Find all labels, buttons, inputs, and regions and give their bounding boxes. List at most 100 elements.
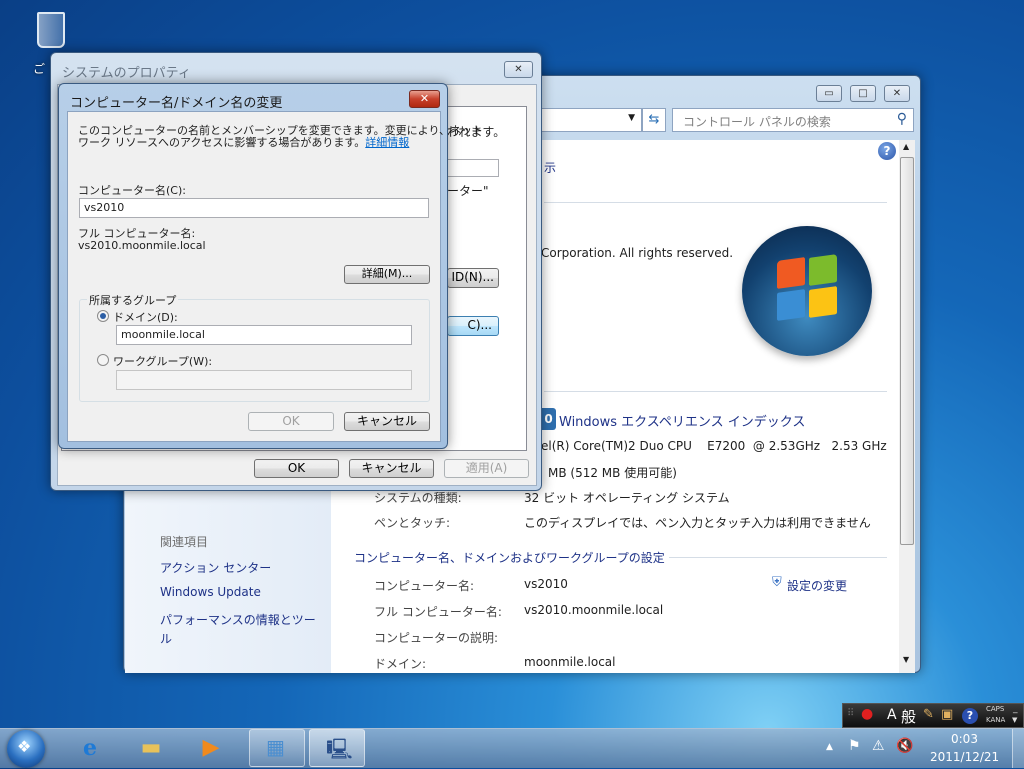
description-input[interactable] [447,159,499,177]
computer-name-label: コンピューター名(C): [78,184,186,197]
description-label: コンピューターの説明: [374,631,499,645]
description-text: ワーク リソースへのアクセスに影響する場合があります。 [78,136,366,149]
wei-badge: 0 [541,408,556,430]
taskbar-media-player[interactable]: ▶ [193,732,229,764]
rename-dialog: コンピューター名/ドメイン名の変更 ✕ このコンピューターの名前とメンバーシップ… [58,83,483,449]
computer-name-label: コンピューター名: [374,579,475,593]
ime-status-icon[interactable]: ● [861,706,873,722]
maximize-button[interactable]: □ [850,85,876,102]
sidebar-item-windows-update[interactable]: Windows Update [160,585,261,599]
tools-icon[interactable]: ▣ [941,707,953,722]
apply-button[interactable]: 適用(A) [444,459,529,478]
grip-handle[interactable]: ⠿ [847,708,854,719]
chevron-down-icon[interactable]: ▼ [628,113,635,123]
help-icon[interactable]: ? [962,708,978,724]
vertical-scrollbar[interactable]: ▲ ▼ [899,140,915,673]
close-button[interactable]: ✕ [504,61,533,78]
workgroup-label: ワークグループ(W): [113,355,213,368]
options-icon[interactable]: ▼ [1012,716,1017,724]
workgroup-input[interactable] [116,370,412,390]
dialog-body: このコンピューターの名前とメンバーシップを変更できます。変更により、ネット ワー… [67,111,483,442]
conversion-mode-button[interactable]: 般 [901,706,916,727]
change-button[interactable]: C)... [447,316,499,336]
domain-value: moonmile.local [524,655,616,669]
full-name-label: フル コンピューター名: [374,605,502,619]
scroll-down-icon[interactable]: ▼ [903,655,909,664]
language-bar: ⠿ ● A 般 ✎ ▣ ? CAPS KANA _ ▼ [842,703,1024,728]
divider [544,202,887,203]
start-button[interactable]: ❖ [7,730,45,768]
system-type-label: システムの種類: [374,491,462,505]
more-button[interactable]: 詳細(M)... [344,265,430,284]
taskbar-system-properties[interactable]: 🖳 [309,729,365,767]
clock-date[interactable]: 2011/12/21 [930,750,999,764]
close-icon: ✕ [419,92,430,105]
domain-radio[interactable] [97,310,109,322]
network-id-button[interactable]: ID(N)... [447,268,499,288]
refresh-button[interactable]: ⇆ [642,108,666,132]
control-panel-icon: ▦ [266,735,285,759]
close-button[interactable]: ✕ [409,90,440,108]
ok-button[interactable]: OK [254,459,339,478]
taskbar-internet-explorer[interactable]: e [72,732,108,764]
dialog-title: システムのプロパティ [62,66,191,81]
taskbar-control-panel[interactable]: ▦ [249,729,305,767]
kana-indicator: KANA [986,716,1006,724]
computer-name-value: vs2010 [524,577,568,591]
pen-touch-value: このディスプレイでは、ペン入力とタッチ入力は利用できません [524,516,871,530]
member-of-label: 所属するグループ [87,292,179,308]
volume-muted-icon[interactable]: 🔇 [896,738,913,754]
view-link-partial[interactable]: 示 [544,159,556,176]
input-mode-button[interactable]: A [887,707,897,723]
copyright-text: Corporation. All rights reserved. [541,246,734,260]
recycle-bin-label: ご [33,62,46,76]
recycle-bin-icon[interactable] [33,8,69,52]
close-button[interactable]: ✕ [884,85,910,102]
pen-touch-label: ペンとタッチ: [374,516,451,530]
domain-label: ドメイン: [374,657,427,671]
sidebar-heading: 関連項目 [160,535,209,549]
memory-value: MB (512 MB 使用可能) [548,466,677,480]
change-settings-link[interactable]: 設定の変更 [787,577,847,594]
dialog-title: コンピューター名/ドメイン名の変更 [70,96,283,111]
help-icon[interactable]: ? [878,142,896,160]
shield-icon: ⛨ [772,575,782,590]
clock-time[interactable]: 0:03 [951,732,978,746]
minimize-button[interactable]: ▭ [816,85,842,102]
domain-input[interactable]: moonmile.local [116,325,412,345]
ok-button[interactable]: OK [248,412,334,431]
scroll-up-icon[interactable]: ▲ [903,142,909,151]
more-info-link[interactable]: 詳細情報 [365,136,409,149]
system-type-value: 32 ビット オペレーティング システム [524,491,730,505]
cancel-button[interactable]: キャンセル [344,412,430,431]
sidebar-item-performance-cont[interactable]: ル [160,630,172,647]
network-warning-icon[interactable]: ⚠ [872,738,885,754]
windows-logo [742,226,872,356]
wei-link[interactable]: Windows エクスペリエンス インデックス [559,411,805,430]
partial-text: ーター" [447,184,489,198]
computer-name-input[interactable]: vs2010 [79,198,429,218]
search-icon: ⚲ [896,111,907,127]
cancel-button[interactable]: キャンセル [349,459,434,478]
ime-pad-icon[interactable]: ✎ [923,707,934,722]
scrollbar-thumb[interactable] [900,157,914,545]
sidebar-item-action-center[interactable]: アクション センター [160,559,271,576]
show-hidden-icons-button[interactable]: ▲ [826,742,833,752]
search-input[interactable]: コントロール パネルの検索 [683,113,831,130]
cpu-value: el(R) Core(TM)2 Duo CPU E7200 @ 2.53GHz … [541,439,887,453]
domain-label: ドメイン(D): [113,311,178,324]
show-desktop-button[interactable] [1012,729,1024,768]
caps-indicator: CAPS [986,705,1005,713]
full-name-value: vs2010.moonmile.local [524,603,664,617]
divider [544,391,887,392]
description-line2: ワーク リソースへのアクセスに影響する場合があります。詳細情報 [78,134,409,150]
search-box[interactable]: コントロール パネルの検索 ⚲ [672,108,914,132]
sidebar-item-performance[interactable]: パフォーマンスの情報とツー [160,611,316,628]
windows-logo-icon: ❖ [17,737,32,756]
system-properties-icon: 🖳 [326,737,353,761]
workgroup-radio[interactable] [97,354,109,366]
action-center-flag-icon[interactable]: ⚑ [848,738,861,754]
refresh-icon: ⇆ [648,112,660,127]
taskbar-explorer[interactable]: ▬ [133,732,169,764]
minimize-icon[interactable]: _ [1013,704,1018,714]
